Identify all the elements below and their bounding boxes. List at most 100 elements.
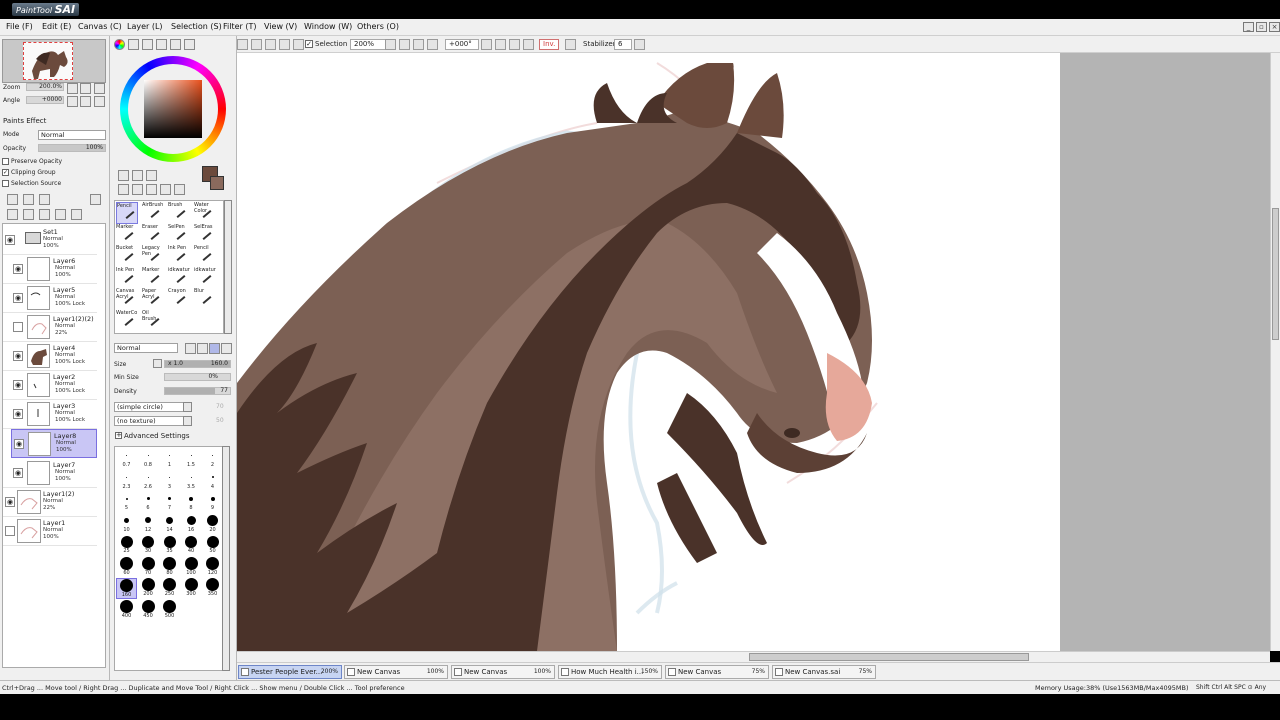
brush-size-preset[interactable]: 3.5 [181,471,202,492]
density-slider[interactable]: 77 [164,387,231,395]
tool-slot[interactable]: Canvas Acryl [116,288,138,310]
rotate-reset-icon[interactable] [509,39,520,50]
brush-size-preset[interactable]: 6 [138,492,159,513]
brush-size-preset[interactable]: 4 [202,471,223,492]
color-wheel-mode-icon[interactable] [114,39,125,50]
brush-size-preset[interactable]: 160 [116,578,137,599]
zoom-reset-icon[interactable] [413,39,424,50]
brush-texture-select[interactable]: (no texture) [114,416,188,426]
brush-texture-dropdown-icon[interactable] [183,416,192,426]
brush-size-preset[interactable]: 1.5 [181,449,202,470]
menu-canvas[interactable]: Canvas (C) [78,22,122,31]
vertical-scrollbar[interactable] [1270,53,1280,651]
eye-icon[interactable]: ◉ [13,380,23,390]
brush-grid-scrollbar[interactable] [222,446,230,671]
shape-hard-icon[interactable] [209,343,220,354]
layer-row-layer6[interactable]: ◉ Layer6 Normal 100% [3,255,97,284]
invert-button[interactable]: Inv. [539,39,559,50]
nav-zoom-out-icon[interactable] [67,83,78,94]
deselect-icon[interactable] [237,39,248,50]
tool-slot[interactable]: idkwatur [194,267,216,289]
advanced-settings-expander-icon[interactable]: + [115,432,122,439]
shape-soft-icon[interactable] [185,343,196,354]
tool-slot[interactable]: Ink Pen [168,245,190,267]
tool-slot[interactable]: SelEras [194,224,216,246]
merge-down-icon[interactable] [23,209,34,220]
brush-size-preset[interactable]: 10 [116,514,137,535]
shape-square-icon[interactable] [221,343,232,354]
horizontal-scrollbar[interactable] [237,651,1270,662]
eye-icon[interactable] [5,526,15,536]
canvas-tab[interactable]: New Canvas 100% [344,665,448,679]
layer-row-layer2[interactable]: ◉ Layer2 Normal 100% Lock [3,371,97,400]
zoom-tool-icon[interactable] [132,184,143,195]
brush-size-preset[interactable]: 12 [138,514,159,535]
menu-filter[interactable]: Filter (T) [223,22,256,31]
tool-slot[interactable]: Pencil [194,245,216,267]
layer-row-layer4[interactable]: ◉ Layer4 Normal 100% Lock [3,342,97,371]
lasso-tool-icon[interactable] [132,170,143,181]
nav-rotate-right-icon[interactable] [80,96,91,107]
rgb-slider-mode-icon[interactable] [128,39,139,50]
zoom-in-icon[interactable] [399,39,410,50]
restore-icon[interactable]: ▫ [1256,22,1267,32]
brush-size-preset[interactable]: 20 [202,514,223,535]
size-slider[interactable]: x 1.0 160.0 [164,360,231,368]
tool-slot[interactable]: Marker [116,224,138,246]
brush-size-preset[interactable]: 250 [159,578,180,599]
zoom-fit-icon[interactable] [427,39,438,50]
preserve-opacity-checkbox[interactable] [2,158,9,165]
brush-size-preset[interactable]: 120 [202,556,223,578]
brush-size-preset[interactable]: 30 [138,535,159,556]
menu-selection[interactable]: Selection (S) [171,22,222,31]
clipping-group-checkbox[interactable]: ✓ [2,169,9,176]
tool-slot[interactable]: Ink Pen [116,267,138,289]
brush-size-preset[interactable]: 2 [202,449,223,470]
canvas-workspace[interactable] [237,53,1270,651]
layer-row-layer8[interactable]: ◉ Layer8 Normal 100% [11,429,97,458]
menu-layer[interactable]: Layer (L) [127,22,163,31]
brush-size-preset[interactable]: 500 [159,599,180,621]
brush-blend-mode-select[interactable]: Normal [114,343,178,353]
rotate-right-icon[interactable] [495,39,506,50]
brush-size-preset[interactable]: 8 [181,492,202,513]
brush-size-preset[interactable]: 70 [138,556,159,578]
opacity-slider[interactable]: 100% [38,144,106,152]
layer-list[interactable]: ◉ Set1 Normal 100% ◉ Layer6 Normal 100% … [2,223,106,668]
brush-size-preset[interactable]: 100 [181,556,202,578]
swatches-mode-icon[interactable] [156,39,167,50]
tool-slot[interactable]: WaterCo [116,310,138,332]
brush-size-preset[interactable]: 14 [159,514,180,535]
tool-slot[interactable]: idkwatur [168,267,190,289]
select-tool-icon[interactable] [118,170,129,181]
canvas-tab[interactable]: Pester People Ever... 200% [238,665,342,679]
menu-view[interactable]: View (V) [264,22,297,31]
brush-size-preset[interactable]: 300 [181,578,202,599]
close-icon[interactable]: × [1269,22,1280,32]
brush-size-preset[interactable]: 200 [138,578,159,599]
tool-slot[interactable]: Crayon [168,288,190,310]
magic-wand-icon[interactable] [146,170,157,181]
navigator-preview[interactable] [2,39,106,83]
brush-shape-select[interactable]: (simple circle) [114,402,188,412]
brush-size-preset[interactable]: 16 [181,514,202,535]
layer-row-layer1-2-2[interactable]: Layer1(2)(2) Normal 22% [3,313,97,342]
tool-slot[interactable]: Paper Acryl [142,288,164,310]
stabilizer-dropdown-icon[interactable] [634,39,645,50]
eye-icon[interactable]: ◉ [13,293,23,303]
eye-icon[interactable]: ◉ [14,439,24,449]
tool-slot[interactable]: Legacy Pen [142,245,164,267]
eye-icon[interactable]: ◉ [13,468,23,478]
flip-icon[interactable] [523,39,534,50]
undo-icon[interactable] [251,39,262,50]
brush-shape-dropdown-icon[interactable] [183,402,192,412]
color-settings-icon[interactable] [184,39,195,50]
eye-icon[interactable]: ◉ [13,264,23,274]
zoom-out-icon[interactable] [385,39,396,50]
drawing-canvas[interactable] [237,53,1060,651]
eye-icon[interactable]: ◉ [5,235,15,245]
eye-icon[interactable]: ◉ [5,497,15,507]
stabilizer-field[interactable]: 6 [614,39,632,50]
brush-size-preset[interactable]: 80 [159,556,180,578]
brush-size-preset[interactable]: 350 [202,578,223,599]
